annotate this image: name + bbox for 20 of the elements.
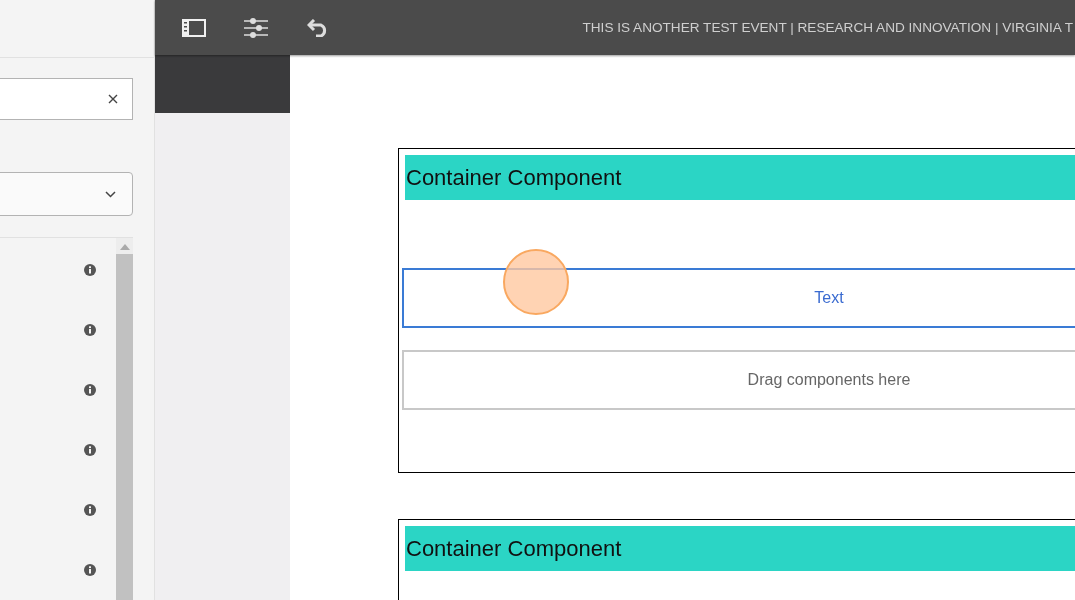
container-header: Container Component (405, 526, 1075, 571)
container-component[interactable]: Container Component Text Drag components here (398, 148, 1075, 473)
container-header: Container Component (405, 155, 1075, 200)
scrollbar[interactable] (116, 238, 133, 600)
undo-arrow-icon (307, 18, 329, 37)
info-icon[interactable] (84, 504, 96, 516)
info-icon[interactable] (84, 564, 96, 576)
info-icon[interactable] (84, 384, 96, 396)
chevron-down-icon (105, 190, 116, 198)
side-panel-icon (182, 18, 206, 37)
container-component[interactable]: Container Component (398, 519, 1075, 600)
search-field[interactable] (0, 77, 133, 121)
info-icon[interactable] (84, 264, 96, 276)
info-icon[interactable] (84, 324, 96, 336)
sliders-glyph-icon (244, 17, 268, 38)
drop-zone[interactable]: Drag components here (402, 350, 1075, 410)
page-title: THIS IS ANOTHER TEST EVENT | RESEARCH AND INNOVATION | VIRGINIA T (582, 20, 1074, 35)
text-component[interactable]: Text (402, 268, 1075, 328)
close-icon[interactable] (108, 93, 118, 104)
info-icon[interactable] (84, 444, 96, 456)
